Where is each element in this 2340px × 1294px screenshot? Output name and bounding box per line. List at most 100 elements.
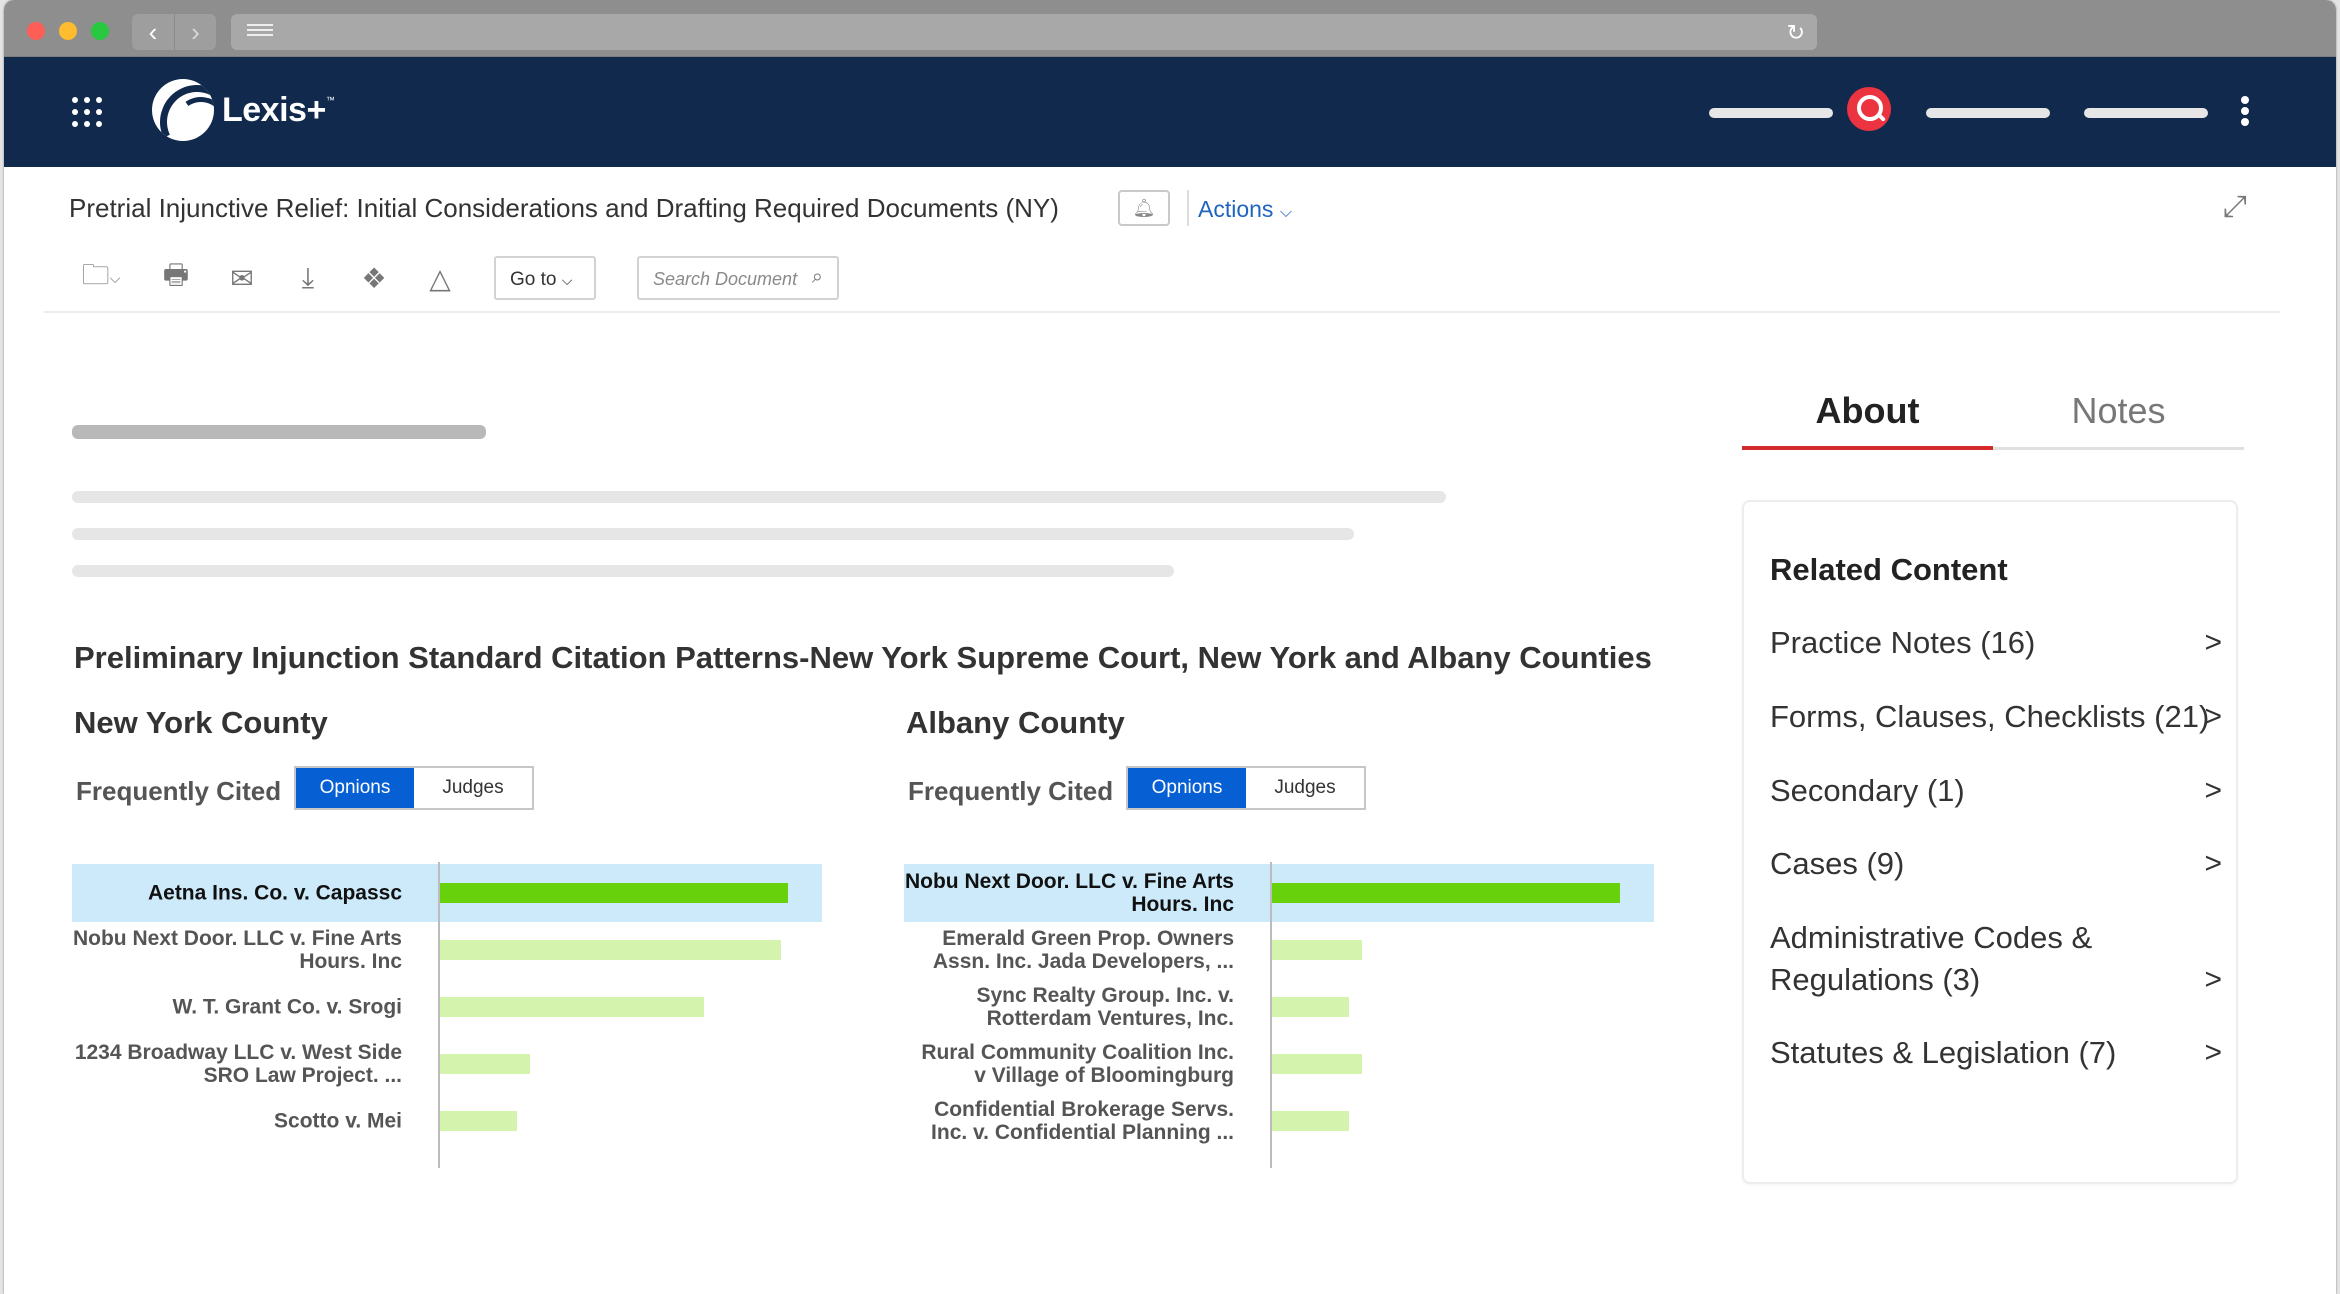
chevron-right-icon: > (2204, 1036, 2222, 1069)
reader-icon[interactable] (247, 24, 273, 40)
header-nav-placeholder[interactable] (1926, 108, 2050, 118)
related-item-label: Statutes & Legislation (7) (1770, 1035, 2117, 1070)
divider (1187, 190, 1189, 226)
expand-icon[interactable]: ⤢ (2218, 190, 2252, 224)
citation-bar[interactable] (1272, 940, 1362, 960)
search-icon[interactable]: ⌕ (812, 266, 823, 289)
app-grid-icon[interactable] (72, 97, 102, 127)
related-item-label: Forms, Clauses, Checklists (21) (1770, 699, 2210, 734)
view-toggle-new-york: Opnions Judges (294, 766, 534, 810)
lexis-logo[interactable]: Lexis+™ (152, 79, 335, 141)
chart-row[interactable]: Scotto v. Mei (72, 1092, 822, 1150)
case-label[interactable]: Rural Community Coalition Inc. v Village… (904, 1041, 1234, 1087)
opinions-toggle[interactable]: Opnions (296, 768, 414, 808)
chart-row[interactable]: 1234 Broadway LLC v. West Side SRO Law P… (72, 1035, 822, 1093)
case-label[interactable]: Sync Realty Group. Inc. v. Rotterdam Ven… (904, 984, 1234, 1030)
related-item-label: Practice Notes (16) (1770, 625, 2036, 660)
citation-bar[interactable] (440, 940, 781, 960)
download-icon[interactable]: ⤓ (290, 261, 326, 295)
citation-bar[interactable] (440, 1111, 517, 1131)
chart-row[interactable]: Confidential Brokerage Servs. Inc. v. Co… (904, 1092, 1654, 1150)
tab-about[interactable]: About (1742, 380, 1993, 450)
chart-section-title: Preliminary Injunction Standard Citation… (74, 640, 1652, 675)
case-label[interactable]: 1234 Broadway LLC v. West Side SRO Law P… (72, 1041, 402, 1087)
search-document-input[interactable]: Search Document ⌕ (637, 256, 839, 300)
frequently-cited-label: Frequently Cited (908, 776, 1114, 806)
text-placeholder (72, 528, 1354, 540)
citation-bar[interactable] (1272, 883, 1620, 903)
citation-bar[interactable] (440, 1054, 530, 1074)
chart-new-york-county: Aetna Ins. Co. v. Capassc Nobu Next Door.… (72, 862, 822, 1168)
related-item-practice-notes[interactable]: Practice Notes (16) > (1770, 622, 2222, 664)
case-label[interactable]: Scotto v. Mei (72, 1109, 402, 1132)
chevron-down-icon: ⌵ (561, 272, 573, 288)
case-label[interactable]: Emerald Green Prop. Owners Assn. Inc. Ja… (904, 927, 1234, 973)
chart-row[interactable]: Emerald Green Prop. Owners Assn. Inc. Ja… (904, 921, 1654, 979)
citation-bar[interactable] (1272, 1054, 1362, 1074)
maximize-window-button[interactable] (91, 22, 109, 40)
header-nav-placeholder[interactable] (2084, 108, 2208, 118)
related-item-forms[interactable]: Forms, Clauses, Checklists (21) > (1770, 696, 2222, 738)
browser-chrome: ‹ › ↻ (4, 0, 2336, 57)
related-item-cases[interactable]: Cases (9) > (1770, 843, 2222, 885)
chart-row[interactable]: Sync Realty Group. Inc. v. Rotterdam Ven… (904, 978, 1654, 1036)
document-toolbar: 🗀︎ ⌵ 🖶︎ ✉︎ ⤓ ❖ △ (74, 256, 488, 300)
minimize-window-button[interactable] (59, 22, 77, 40)
chevron-right-icon: > (2204, 774, 2222, 807)
search-placeholder: Search Document (653, 269, 798, 289)
citation-bar[interactable] (440, 997, 704, 1017)
toolbar-divider (44, 311, 2280, 313)
sidebar-tabs: About Notes (1742, 380, 2244, 450)
chart-axis (1270, 862, 1272, 1168)
heading-placeholder (72, 425, 486, 439)
chart-axis (438, 862, 440, 1168)
goto-dropdown[interactable]: Go to ⌵ (494, 256, 596, 300)
citation-bar[interactable] (1272, 997, 1349, 1017)
related-item-statutes[interactable]: Statutes & Legislation (7) > (1770, 1032, 2222, 1074)
related-item-secondary[interactable]: Secondary (1) > (1770, 770, 2222, 812)
chart-row[interactable]: Nobu Next Door. LLC v. Fine Arts Hours. … (904, 864, 1654, 922)
case-label[interactable]: W. T. Grant Co. v. Srogi (72, 995, 402, 1018)
address-bar[interactable]: ↻ (231, 14, 1817, 50)
county-title-new-york: New York County (74, 705, 328, 740)
back-button[interactable]: ‹ (132, 14, 174, 50)
citation-bar[interactable] (1272, 1111, 1349, 1131)
frequently-cited-label: Frequently Cited (76, 776, 282, 806)
goto-label: Go to (510, 269, 557, 290)
envelope-icon[interactable]: ✉︎ (224, 261, 260, 295)
print-icon[interactable]: 🖶︎ (158, 259, 194, 295)
google-drive-icon[interactable]: △ (422, 261, 458, 295)
opinions-toggle[interactable]: Opnions (1128, 768, 1246, 808)
actions-menu[interactable]: Actions ⌵ (1198, 196, 1292, 223)
search-icon[interactable] (1847, 87, 1891, 131)
chart-row[interactable]: Nobu Next Door. LLC v. Fine Arts Hours. … (72, 921, 822, 979)
judges-toggle[interactable]: Judges (1246, 768, 1364, 808)
forward-button[interactable]: › (174, 14, 216, 50)
related-item-label: Cases (9) (1770, 846, 1905, 881)
judges-toggle[interactable]: Judges (414, 768, 532, 808)
view-toggle-albany: Opnions Judges (1126, 766, 1366, 810)
case-label[interactable]: Confidential Brokerage Servs. Inc. v. Co… (904, 1098, 1234, 1144)
document-title: Pretrial Injunctive Relief: Initial Cons… (69, 193, 1059, 223)
chart-row[interactable]: Rural Community Coalition Inc. v Village… (904, 1035, 1654, 1093)
bell-icon[interactable]: 🔔︎ (1118, 190, 1170, 226)
folder-icon[interactable]: 🗀︎ ⌵ (74, 259, 128, 295)
citation-bar[interactable] (440, 883, 788, 903)
history-nav: ‹ › (132, 14, 216, 50)
related-item-label: Administrative Codes & Regulations (3) (1770, 920, 2093, 997)
tab-notes[interactable]: Notes (1993, 380, 2244, 447)
dropbox-icon[interactable]: ❖ (356, 261, 392, 295)
reload-icon[interactable]: ↻ (1787, 20, 1805, 46)
chart-row[interactable]: W. T. Grant Co. v. Srogi (72, 978, 822, 1036)
chart-row[interactable]: Aetna Ins. Co. v. Capassc (72, 864, 822, 922)
case-label[interactable]: Nobu Next Door. LLC v. Fine Arts Hours. … (904, 870, 1234, 916)
header-nav-placeholder[interactable] (1709, 108, 1833, 118)
related-content-panel: Related Content Practice Notes (16) > For… (1742, 500, 2238, 1184)
more-options-icon[interactable] (2240, 96, 2250, 126)
case-label[interactable]: Aetna Ins. Co. v. Capassc (72, 881, 402, 904)
close-window-button[interactable] (27, 22, 45, 40)
related-item-admin-codes[interactable]: Administrative Codes & Regulations (3) > (1770, 917, 2222, 1001)
logo-mark-icon (152, 79, 214, 141)
text-placeholder (72, 491, 1446, 503)
case-label[interactable]: Nobu Next Door. LLC v. Fine Arts Hours. … (72, 927, 402, 973)
